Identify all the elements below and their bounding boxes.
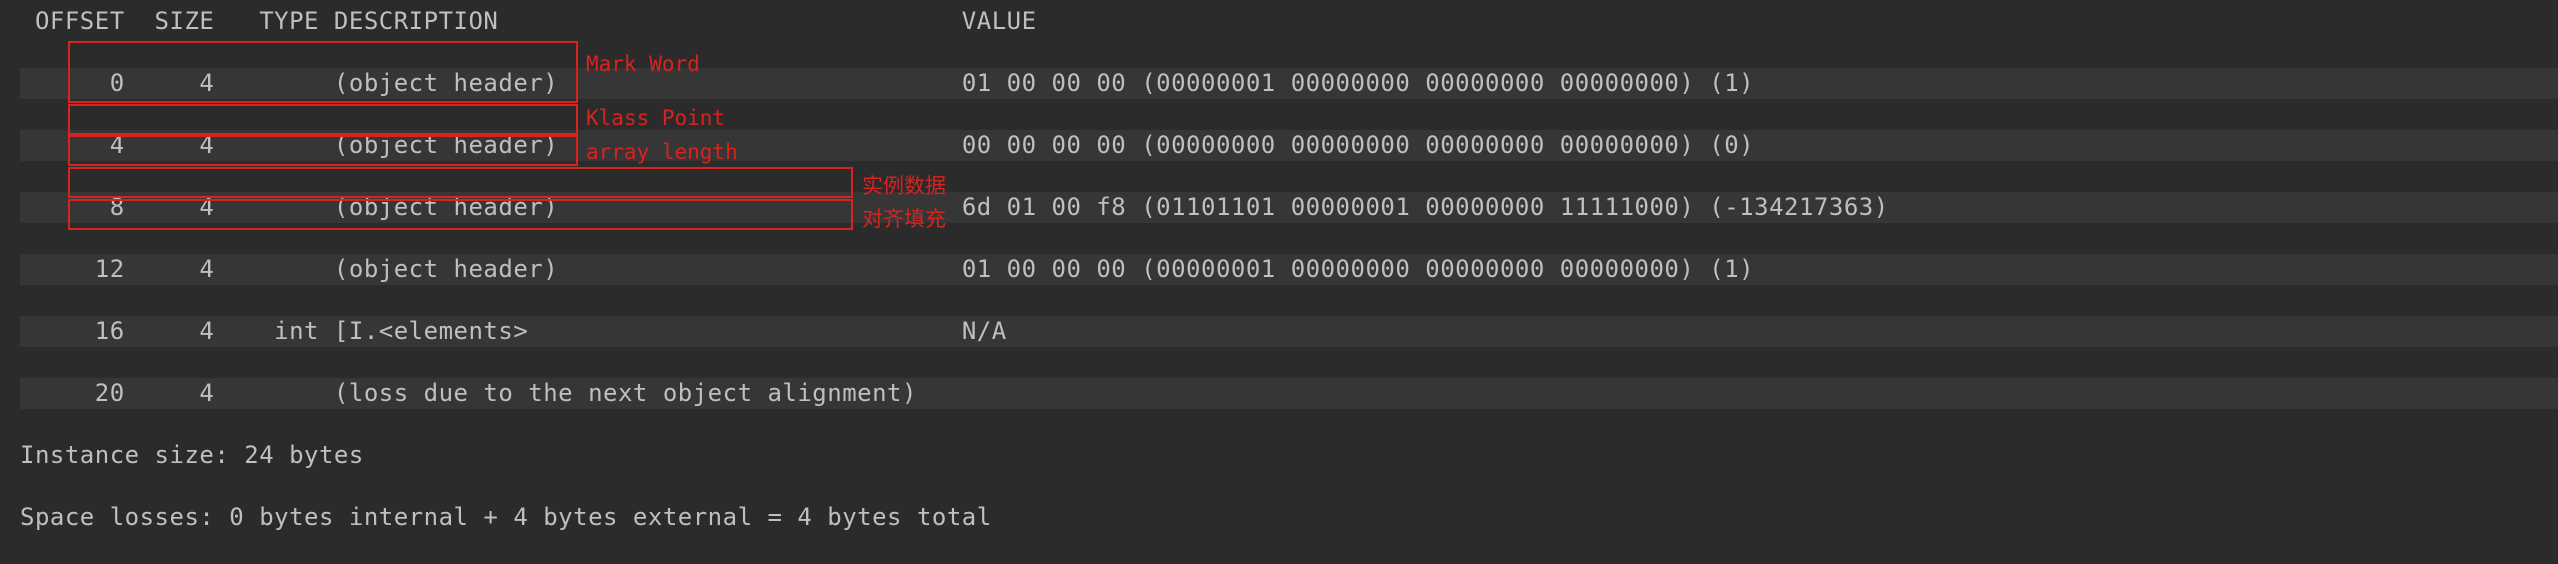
- instance-size-line: Instance size: 24 bytes: [20, 440, 2558, 471]
- layout-row: 4 4 (object header) 00 00 00 00 (0000000…: [20, 130, 2558, 161]
- annotation-label-alignment-padding: 对齐填充: [862, 203, 946, 233]
- row-left: 0 4 (object header): [20, 69, 962, 97]
- annotation-label-mark-word: Mark Word: [586, 52, 700, 76]
- row-left: 8 4 (object header): [20, 193, 962, 221]
- layout-row: 8 4 (object header) 6d 01 00 f8 (0110110…: [20, 192, 2558, 223]
- row-left: 16 4 int [I.<elements>: [20, 317, 962, 345]
- layout-row: 20 4 (loss due to the next object alignm…: [20, 378, 2558, 409]
- header-text: OFFSET SIZE TYPE DESCRIPTION VALUE: [20, 7, 1037, 35]
- layout-row: 16 4 int [I.<elements> N/A: [20, 316, 2558, 347]
- layout-row: 12 4 (object header) 01 00 00 00 (000000…: [20, 254, 2558, 285]
- annotation-label-instance-data: 实例数据: [862, 170, 946, 200]
- row-value: 01 00 00 00 (00000001 00000000 00000000 …: [962, 255, 1754, 283]
- layout-text-block: OFFSET SIZE TYPE DESCRIPTION VALUE 0 4 (…: [0, 6, 2558, 564]
- row-left: 4 4 (object header): [20, 131, 962, 159]
- row-value: N/A: [962, 317, 1007, 345]
- layout-row: 0 4 (object header) 01 00 00 00 (0000000…: [20, 68, 2558, 99]
- row-left: 12 4 (object header): [20, 255, 962, 283]
- row-value: 01 00 00 00 (00000001 00000000 00000000 …: [962, 69, 1754, 97]
- row-value: 6d 01 00 f8 (01101101 00000001 00000000 …: [962, 193, 1889, 221]
- annotation-label-klass-point: Klass Point: [586, 106, 725, 130]
- space-losses-line: Space losses: 0 bytes internal + 4 bytes…: [20, 502, 2558, 533]
- row-left: 20 4 (loss due to the next object alignm…: [20, 379, 917, 407]
- annotation-label-array-length: array length: [586, 140, 738, 164]
- jol-layout-panel: OFFSET SIZE TYPE DESCRIPTION VALUE 0 4 (…: [0, 0, 2558, 506]
- header-row: OFFSET SIZE TYPE DESCRIPTION VALUE: [20, 6, 2558, 37]
- row-value: 00 00 00 00 (00000000 00000000 00000000 …: [962, 131, 1754, 159]
